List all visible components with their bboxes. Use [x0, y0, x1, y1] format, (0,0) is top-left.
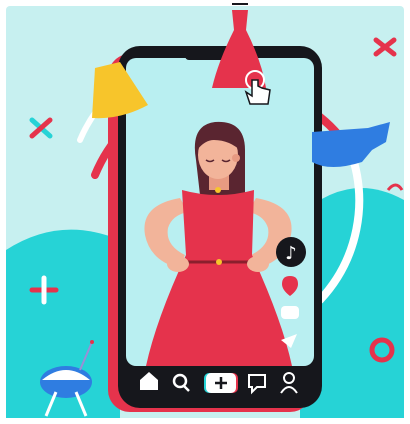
- necklace: [215, 187, 221, 193]
- nav-create-button[interactable]: [204, 373, 238, 393]
- illustration-scene: ♪: [0, 0, 410, 424]
- belt-buckle: [216, 259, 222, 265]
- ear: [232, 154, 240, 162]
- tiktok-fashion-illustration: ♪: [6, 3, 404, 418]
- hand-left: [167, 256, 189, 272]
- comment-icon[interactable]: [281, 306, 299, 319]
- tiktok-glyph: ♪: [285, 243, 297, 264]
- hand-right: [247, 256, 269, 272]
